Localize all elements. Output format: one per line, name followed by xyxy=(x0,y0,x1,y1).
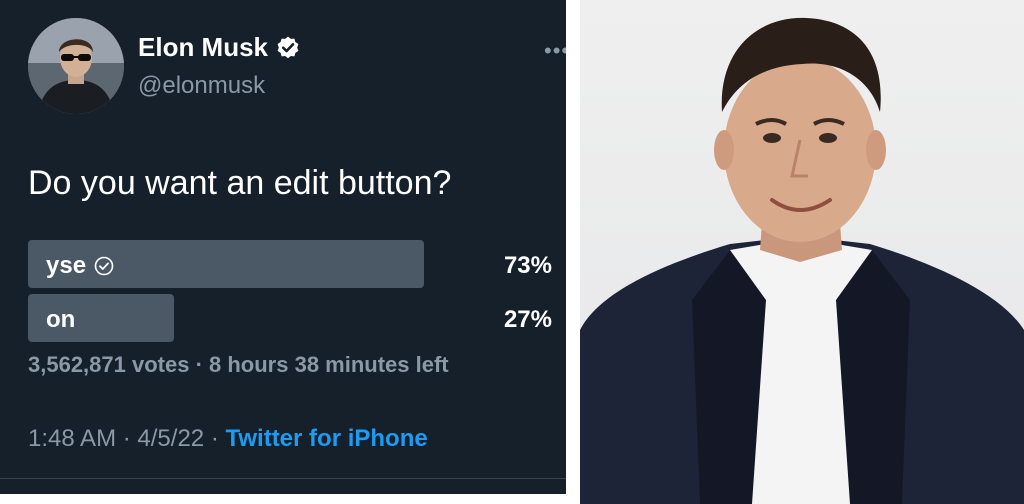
avatar[interactable] xyxy=(28,18,124,114)
tweet-client-link[interactable]: Twitter for iPhone xyxy=(225,425,427,452)
avatar-portrait-image xyxy=(28,18,124,114)
separator-dot: · xyxy=(122,425,138,452)
portrait-image xyxy=(580,17,1024,504)
tweet-timestamp-row: 1:48 AM · 4/5/22 · Twitter for iPhone xyxy=(28,425,428,453)
author-row: Elon Musk xyxy=(138,32,301,63)
tweet-time[interactable]: 1:48 AM xyxy=(28,425,116,452)
poll-option-yse: yse 73% xyxy=(28,240,552,288)
poll-option-text: yse xyxy=(46,252,87,279)
poll-meta: 3,562,871 votes · 8 hours 38 minutes lef… xyxy=(28,352,449,377)
check-circle-icon xyxy=(94,256,114,276)
more-dots-icon[interactable]: ••• xyxy=(544,38,566,64)
poll-option-on: on 27% xyxy=(28,294,552,342)
verified-badge-icon xyxy=(277,36,299,58)
author-name[interactable]: Elon Musk xyxy=(138,32,268,63)
portrait-photo xyxy=(580,0,1024,504)
tweet-card: Elon Musk @elonmusk ••• Do you want an e… xyxy=(0,0,566,494)
author-handle[interactable]: @elonmusk xyxy=(138,72,265,100)
tweet-text: Do you want an edit button? xyxy=(28,164,452,202)
divider xyxy=(0,478,566,479)
poll-percent: 73% xyxy=(503,252,552,279)
poll-option-text: on xyxy=(46,306,76,333)
separator-dot: · xyxy=(210,425,226,452)
poll-option-label: yse xyxy=(46,252,114,280)
poll-option-label: on xyxy=(46,306,75,334)
poll-percent: 27% xyxy=(503,306,552,333)
tweet-date[interactable]: 4/5/22 xyxy=(137,425,204,452)
